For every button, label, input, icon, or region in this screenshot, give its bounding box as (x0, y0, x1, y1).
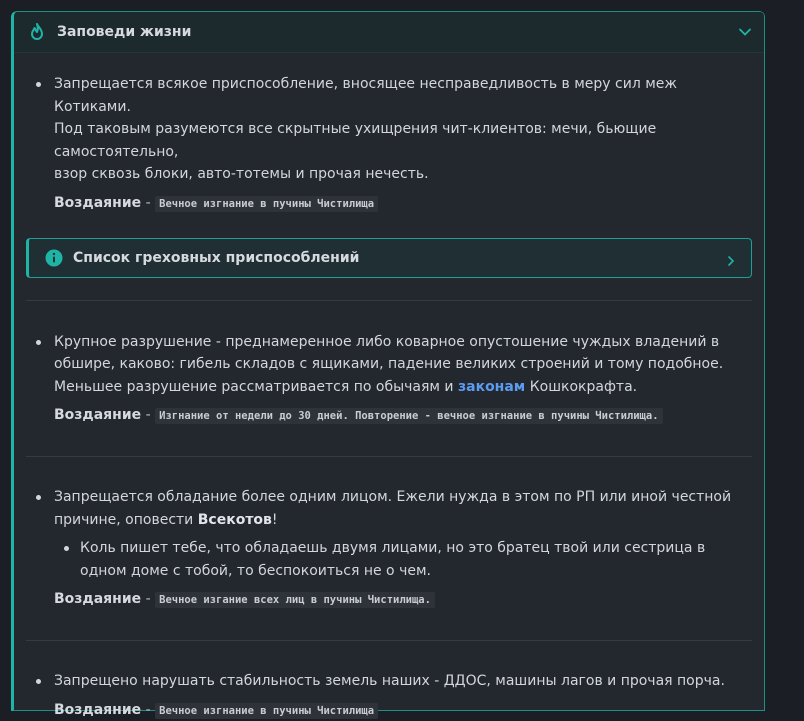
penalty-line: Воздаяние - Изгнание от недели до 30 дне… (26, 405, 752, 426)
sub-list-item: Коль пишет тебе, что обладаешь двумя лиц… (54, 537, 752, 582)
penalty-label: Воздаяние (54, 407, 142, 423)
penalty-label: Воздаяние (54, 194, 142, 211)
rule-section-1: Запрещается всякое приспособление, внося… (26, 53, 752, 278)
chevron-down-icon[interactable] (738, 25, 752, 39)
callout-title: Список греховных приспособлений (73, 249, 360, 266)
penalty-separator: - (145, 591, 151, 607)
penalty-separator: - (145, 701, 151, 718)
panel-header[interactable]: Заповеди жизни (14, 12, 764, 53)
rule-item: Крупное разрушение - преднамеренное либо… (26, 331, 752, 399)
callout-sinful-tools[interactable]: Список греховных приспособлений (26, 237, 752, 278)
penalty-code: Вечное изгнание в пучины Чистилища (155, 195, 379, 212)
rule-item: Запрещается обладание более одним лицом.… (26, 486, 752, 582)
rule-text: Запрещается обладание более одним лицом.… (54, 489, 732, 528)
penalty-line: Воздаяние - Вечное изгнание в пучины Чис… (26, 700, 752, 721)
info-icon (45, 249, 63, 267)
rule-section-2: Крупное разрушение - преднамеренное либо… (26, 301, 752, 427)
rule-item: Запрещается всякое приспособление, внося… (26, 73, 752, 186)
penalty-label: Воздаяние (54, 591, 142, 607)
laws-link[interactable]: законам (458, 379, 525, 395)
penalty-line: Воздаяние - Вечное изгнание в пучины Чис… (26, 193, 752, 214)
rule-item: Запрещено нарушать стабильность земель н… (26, 670, 752, 693)
rule-bold-text: Всекотов (197, 511, 272, 528)
penalty-code: Изгнание от недели до 30 дней. Повторени… (155, 408, 663, 424)
rules-panel: Заповеди жизни Запрещается всякое приспо… (11, 11, 765, 719)
penalty-code: Вечное изгнание в пучины Чистилища (155, 702, 379, 719)
penalty-line: Воздаяние - Вечное изгание всех лиц в пу… (26, 589, 752, 610)
rule-section-3: Запрещается обладание более одним лицом.… (26, 457, 752, 610)
rule-text: Кошкокрафта. (525, 378, 638, 395)
penalty-separator: - (145, 407, 151, 423)
rule-text-line: взор сквозь блоки, авто-тотемы и прочая … (54, 166, 429, 182)
panel-title: Заповеди жизни (57, 24, 192, 40)
rule-text: ! (271, 511, 278, 528)
penalty-code: Вечное изгание всех лиц в пучины Чистили… (155, 592, 435, 608)
rule-section-4: Запрещено нарушать стабильность земель н… (26, 641, 752, 721)
rule-text-line: Под таковым разумеются все скрытные ухищ… (54, 121, 657, 160)
fire-icon (29, 23, 45, 41)
penalty-separator: - (145, 194, 151, 211)
sub-list: Коль пишет тебе, что обладаешь двумя лиц… (54, 537, 752, 582)
chevron-right-icon (725, 252, 737, 266)
rule-text-line: Запрещается всякое приспособление, внося… (54, 76, 678, 115)
penalty-label: Воздаяние (54, 701, 142, 718)
